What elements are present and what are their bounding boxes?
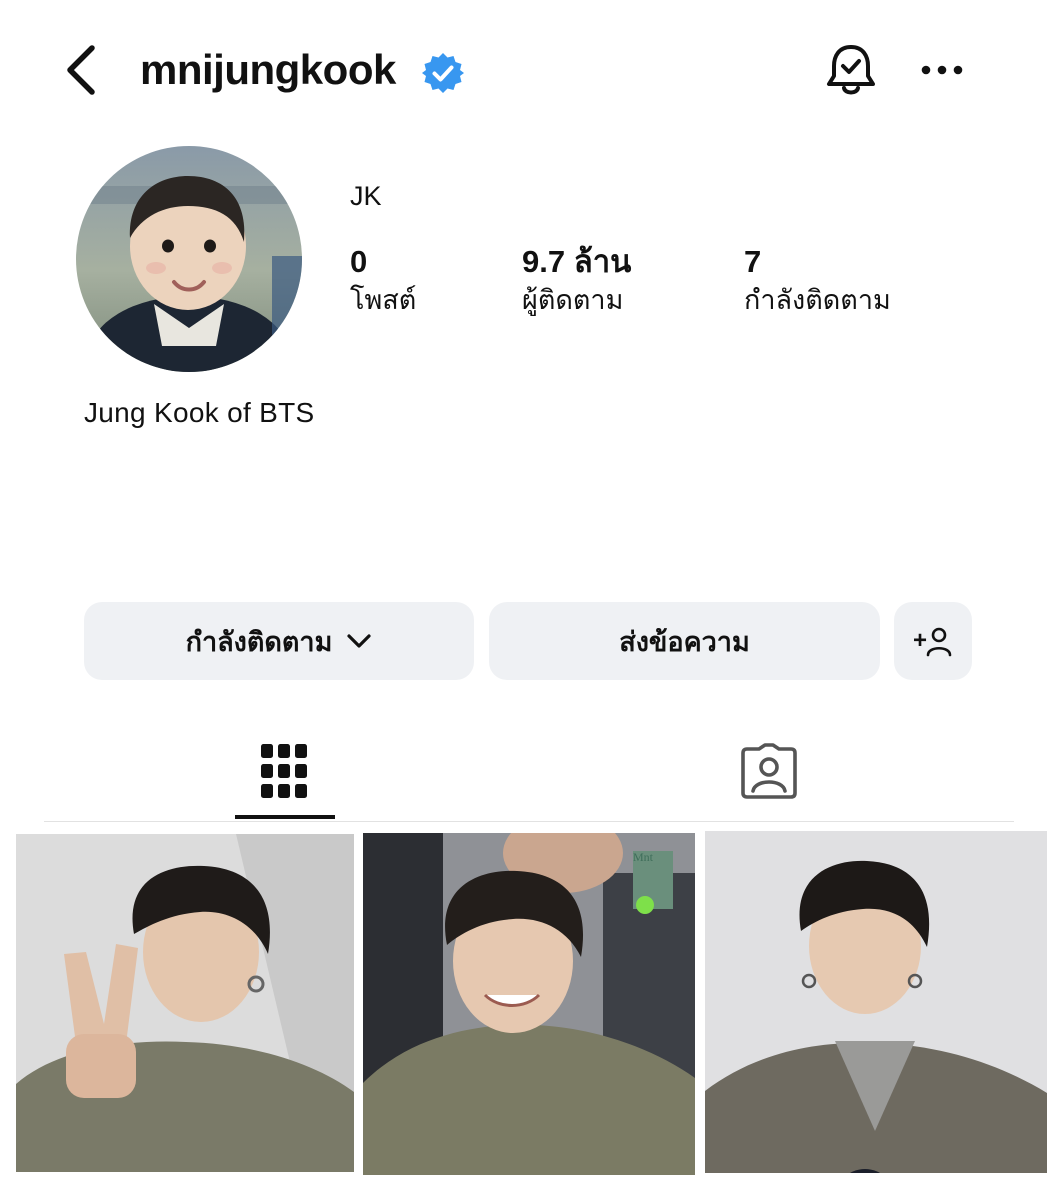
add-user-icon: + <box>913 627 952 657</box>
post-thumbnail-3[interactable] <box>705 831 1047 1173</box>
notifications-bell-button[interactable] <box>824 42 878 100</box>
tab-tagged[interactable] <box>704 720 834 821</box>
profile-avatar[interactable] <box>76 146 302 372</box>
following-button[interactable]: กำลังติดตาม <box>84 602 474 680</box>
following-label: กำลังติดตาม <box>744 285 891 315</box>
add-user-plus: + <box>913 627 927 654</box>
post-photo-2: Mnt <box>363 833 695 1175</box>
profile-bio: Jung Kook of BTS <box>84 397 315 428</box>
tile-2-overlay-text: Mnt <box>633 850 654 864</box>
message-button-label: ส่งข้อความ <box>619 626 750 657</box>
profile-username: mnijungkook <box>140 46 396 93</box>
following-stat[interactable]: 7 กำลังติดตาม <box>744 244 891 318</box>
suggested-users-button[interactable]: + <box>894 602 972 680</box>
back-button[interactable] <box>60 44 104 96</box>
more-options-button[interactable] <box>918 56 966 84</box>
tagged-person-icon <box>741 742 797 799</box>
message-button[interactable]: ส่งข้อความ <box>489 602 880 680</box>
followers-count: 9.7 ล้าน <box>522 244 632 279</box>
posts-stat[interactable]: 0 โพสต์ <box>350 244 416 318</box>
top-bar: mnijungkook <box>0 0 1058 140</box>
avatar-photo <box>76 146 302 372</box>
chevron-left-icon <box>67 45 95 95</box>
profile-display-name: JK <box>350 181 382 211</box>
profile-tab-bar <box>44 720 1014 822</box>
followers-stat[interactable]: 9.7 ล้าน ผู้ติดตาม <box>522 244 631 318</box>
posts-label: โพสต์ <box>350 285 417 315</box>
posts-count: 0 <box>350 244 368 279</box>
active-tab-indicator <box>235 815 335 819</box>
post-thumbnail-2[interactable]: Mnt <box>363 833 695 1175</box>
more-dots-icon <box>921 65 963 75</box>
bell-check-icon <box>827 45 875 95</box>
grid-icon <box>261 743 307 798</box>
following-button-label: กำลังติดตาม <box>185 626 333 657</box>
verified-badge-icon <box>422 53 464 93</box>
post-thumbnail-1[interactable] <box>16 834 354 1172</box>
followers-label: ผู้ติดตาม <box>522 285 624 315</box>
tab-posts-grid[interactable] <box>234 720 334 821</box>
following-count: 7 <box>744 244 762 279</box>
post-photo-1 <box>16 834 354 1172</box>
chevron-down-icon <box>347 634 372 648</box>
post-photo-3 <box>705 831 1047 1173</box>
